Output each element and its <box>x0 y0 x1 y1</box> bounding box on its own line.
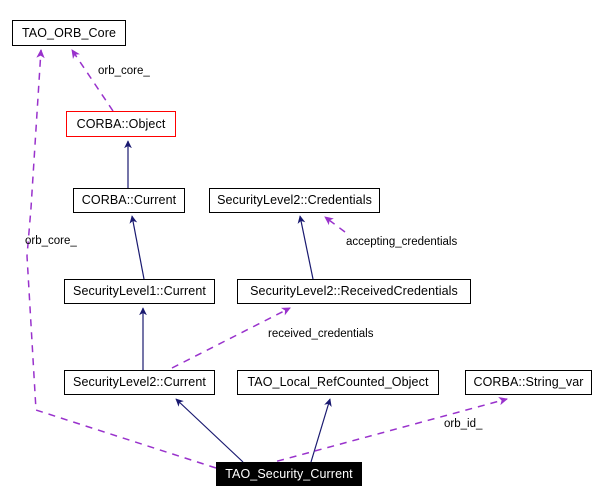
edge-label-orb-core-left: orb_core_ <box>25 235 77 247</box>
node-label: TAO_ORB_Core <box>21 25 117 40</box>
edge-sl1-current-to-corba-current <box>129 215 145 280</box>
node-label: TAO_Security_Current <box>225 466 353 481</box>
edge-label-received-credentials: received_credentials <box>268 328 374 340</box>
edge-corba-object-to-orb-core-usage <box>71 49 114 112</box>
uml-class-diagram: TAO_ORB_Core CORBA::Object CORBA::Curren… <box>0 0 598 502</box>
node-label: SecurityLevel1::Current <box>73 284 206 299</box>
node-corba-object[interactable]: CORBA::Object <box>66 111 176 137</box>
edge-accepting-credentials-usage <box>324 216 346 233</box>
node-securitylevel2-credentials[interactable]: SecurityLevel2::Credentials <box>209 188 380 213</box>
edge-orb-id-usage <box>251 397 508 469</box>
node-label: CORBA::Current <box>81 193 177 208</box>
diagram-edges-canvas <box>26 49 508 469</box>
node-label: SecurityLevel2::Current <box>73 375 206 390</box>
node-securitylevel1-current[interactable]: SecurityLevel1::Current <box>64 279 215 304</box>
node-corba-current[interactable]: CORBA::Current <box>73 188 185 213</box>
node-tao-local-refcounted-object[interactable]: TAO_Local_RefCounted_Object <box>237 370 439 395</box>
node-label: CORBA::String_var <box>473 375 584 390</box>
node-securitylevel2-current[interactable]: SecurityLevel2::Current <box>64 370 215 395</box>
edge-label-accepting-credentials: accepting_credentials <box>346 236 458 248</box>
node-tao-security-current[interactable]: TAO_Security_Current <box>216 462 362 486</box>
edge-security-current-to-sl2-current <box>175 398 244 463</box>
node-corba-string-var[interactable]: CORBA::String_var <box>465 370 592 395</box>
node-label: TAO_Local_RefCounted_Object <box>247 375 429 390</box>
edge-security-current-to-local-refcounted <box>310 398 332 463</box>
node-label: SecurityLevel2::ReceivedCredentials <box>250 284 458 299</box>
edge-received-credentials-to-credentials <box>297 215 314 280</box>
node-label: CORBA::Object <box>76 116 166 131</box>
node-securitylevel2-receivedcredentials[interactable]: SecurityLevel2::ReceivedCredentials <box>237 279 471 304</box>
node-label: SecurityLevel2::Credentials <box>217 193 372 208</box>
node-tao-orb-core[interactable]: TAO_ORB_Core <box>12 20 126 46</box>
edge-label-orb-core-top: orb_core_ <box>98 65 150 77</box>
edge-label-orb-id: orb_id_ <box>444 418 483 430</box>
